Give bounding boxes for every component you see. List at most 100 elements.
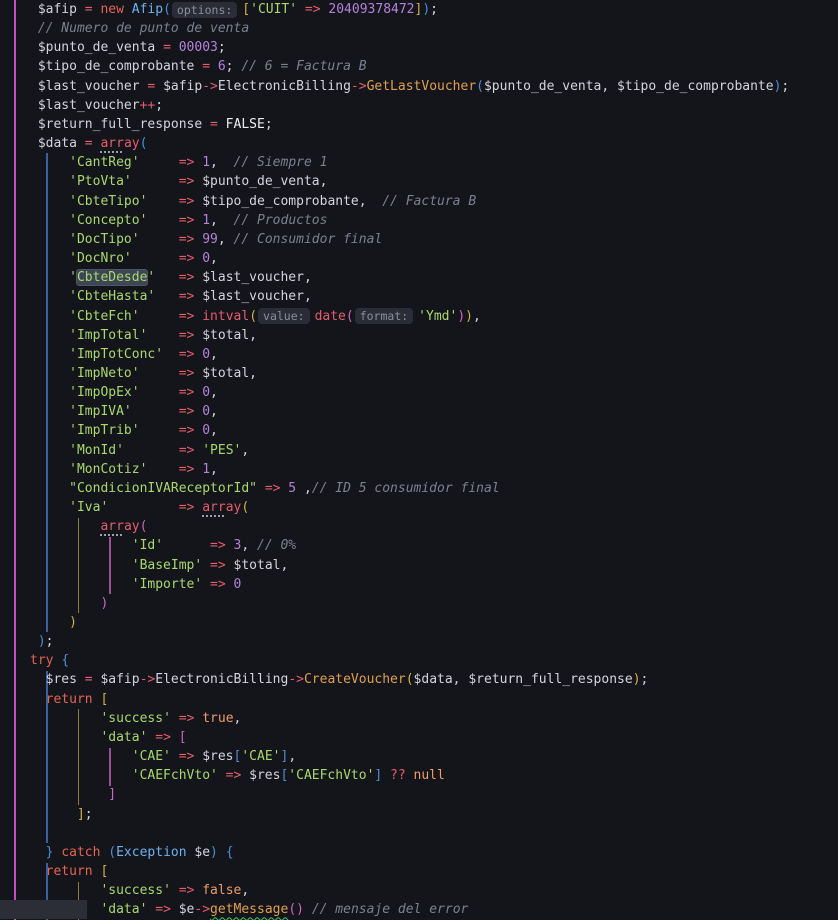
code-line[interactable]: 'CbteHasta' => $last_voucher, <box>30 287 838 306</box>
code-token <box>30 174 69 189</box>
code-token: 'CantReg' <box>69 155 139 170</box>
code-line[interactable]: try { <box>30 651 838 670</box>
code-token: , <box>241 443 249 458</box>
code-token: 'ImpNeto' <box>69 366 139 381</box>
code-token: ; <box>641 672 649 687</box>
code-line[interactable]: 'MonId' => 'PES', <box>30 441 838 460</box>
code-token: = <box>147 79 163 94</box>
code-line[interactable]: 'ImpTotConc' => 0, <box>30 345 838 364</box>
code-line[interactable]: $last_voucher = $afip->ElectronicBilling… <box>30 77 838 96</box>
code-token <box>30 864 46 879</box>
code-token <box>30 270 69 285</box>
code-line[interactable]: $afip = new Afip(options:['CUIT' => 2040… <box>30 0 838 19</box>
code-line[interactable]: ); <box>30 632 838 651</box>
code-token: 20409378472 <box>328 2 414 17</box>
code-line[interactable]: "CondicionIVAReceptorId" => 5 ,// ID 5 c… <box>30 479 838 498</box>
code-line[interactable]: 'CAEFchVto' => $res['CAEFchVto'] ?? null <box>30 766 838 785</box>
code-line[interactable]: $tipo_de_comprobante = 6; // 6 = Factura… <box>30 57 838 76</box>
code-token: => <box>155 730 171 745</box>
code-line[interactable]: } catch (Exception $e) { <box>30 843 838 862</box>
code-line[interactable]: 'ImpNeto' => $total, <box>30 364 838 383</box>
code-line[interactable]: 'CbteFch' => intval(value:date(format:'Y… <box>30 307 838 326</box>
code-token: => <box>179 251 195 266</box>
code-line[interactable]: return [ <box>30 862 838 881</box>
code-token <box>140 155 179 170</box>
code-line[interactable]: 'success' => false, <box>30 881 838 900</box>
code-token: , <box>210 213 233 228</box>
code-token: // Consumidor final <box>234 232 383 247</box>
code-token: 'ImpIVA' <box>69 404 132 419</box>
code-token: ( <box>108 845 116 860</box>
code-token: $last_voucher <box>30 98 140 113</box>
code-line[interactable]: 'CbteTipo' => $tipo_de_comprobante, // F… <box>30 192 838 211</box>
code-line[interactable]: 'CAE' => $res['CAE'], <box>30 747 838 766</box>
code-token: => <box>179 155 195 170</box>
code-token: ) <box>633 672 641 687</box>
code-line[interactable]: ) <box>30 613 838 632</box>
code-line[interactable]: 'BaseImp' => $total, <box>30 556 838 575</box>
code-token: $total, <box>194 366 257 381</box>
code-area[interactable]: $afip = new Afip(options:['CUIT' => 2040… <box>0 0 838 920</box>
code-token: 'CAE' <box>132 749 171 764</box>
code-line[interactable]: 'CbteDesde' => $last_voucher, <box>30 268 838 287</box>
code-token: $res <box>241 768 280 783</box>
code-line[interactable]: return [ <box>30 690 838 709</box>
code-token: 'PES' <box>202 443 241 458</box>
code-line[interactable] <box>30 824 838 843</box>
code-line[interactable]: 'data' => [ <box>30 728 838 747</box>
code-line[interactable]: $return_full_response = FALSE; <box>30 115 838 134</box>
code-token: ' <box>69 270 77 285</box>
code-token: intval <box>202 309 249 324</box>
code-line[interactable]: 'Id' => 3, // 0% <box>30 536 838 555</box>
inlay-hint: value: <box>258 308 310 324</box>
code-line[interactable]: 'ImpIVA' => 0, <box>30 402 838 421</box>
code-line[interactable]: 'PtoVta' => $punto_de_venta, <box>30 172 838 191</box>
code-token: 'MonId' <box>69 443 124 458</box>
code-token: $punto_de_venta, <box>194 174 327 189</box>
code-token: = <box>85 672 101 687</box>
code-line[interactable]: ) <box>30 594 838 613</box>
code-token: [ <box>100 692 108 707</box>
code-token <box>30 213 69 228</box>
code-line[interactable]: 'ImpTotal' => $total, <box>30 326 838 345</box>
code-token <box>163 347 179 362</box>
code-token: ay <box>124 519 140 534</box>
code-line[interactable]: array( <box>30 517 838 536</box>
code-line[interactable]: 'MonCotiz' => 1, <box>30 460 838 479</box>
code-token: $total, <box>194 328 257 343</box>
code-line[interactable]: 'data' => $e->getMessage() // mensaje de… <box>30 900 838 919</box>
code-token: $afip <box>163 79 202 94</box>
code-token: date <box>315 309 346 324</box>
code-line[interactable]: ] <box>30 785 838 804</box>
inlay-hint: format: <box>355 308 413 324</box>
code-line[interactable]: 'Concepto' => 1, // Productos <box>30 211 838 230</box>
code-line[interactable]: 'ImpOpEx' => 0, <box>30 383 838 402</box>
code-token: 0 <box>234 577 242 592</box>
code-line[interactable]: $last_voucher++; <box>30 96 838 115</box>
code-line[interactable]: $punto_de_venta = 00003; <box>30 38 838 57</box>
code-line[interactable]: 'Importe' => 0 <box>30 575 838 594</box>
code-token: ; <box>265 117 273 132</box>
code-editor[interactable]: $afip = new Afip(options:['CUIT' => 2040… <box>0 0 838 920</box>
word-occurrence-highlight: CbteDesde <box>77 270 147 285</box>
code-line[interactable]: 'DocNro' => 0, <box>30 249 838 268</box>
code-line[interactable]: $data = array( <box>30 134 838 153</box>
code-token: 'ImpTotConc' <box>69 347 163 362</box>
code-token: $tipo_de_comprobante <box>30 59 202 74</box>
code-token <box>297 2 305 17</box>
code-token <box>30 596 100 611</box>
code-token: => <box>179 385 195 400</box>
code-line[interactable]: 'Iva' => array( <box>30 498 838 517</box>
code-line[interactable]: ]; <box>30 805 838 824</box>
code-line[interactable]: 'success' => true, <box>30 709 838 728</box>
code-line[interactable]: 'DocTipo' => 99, // Consumidor final <box>30 230 838 249</box>
code-line[interactable]: $res = $afip->ElectronicBilling->CreateV… <box>30 670 838 689</box>
code-line[interactable]: 'CantReg' => 1, // Siempre 1 <box>30 153 838 172</box>
code-token <box>30 787 108 802</box>
code-line[interactable]: // Numero de punto de venta <box>30 19 838 38</box>
code-token: CreateVoucher <box>304 672 406 687</box>
code-token: , <box>210 423 218 438</box>
code-token <box>132 174 179 189</box>
code-token: 'CAEFchVto' <box>288 768 374 783</box>
code-line[interactable]: 'ImpTrib' => 0, <box>30 421 838 440</box>
